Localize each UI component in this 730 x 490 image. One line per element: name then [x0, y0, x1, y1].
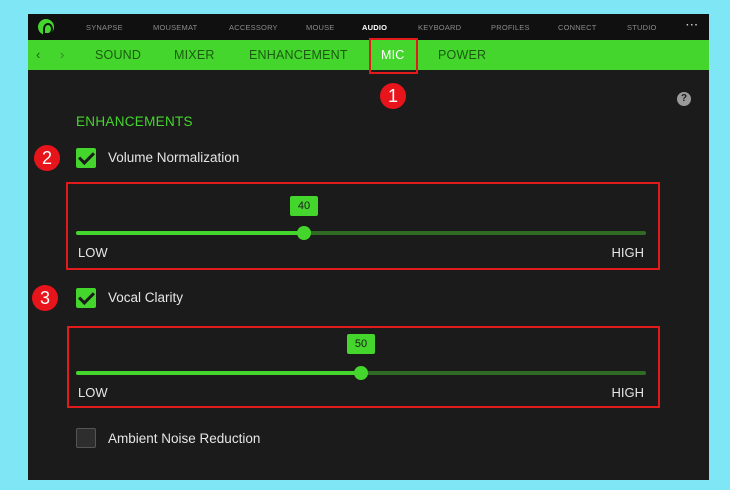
- top-nav-mouse[interactable]: MOUSE: [306, 23, 362, 32]
- back-arrow-icon[interactable]: ‹: [36, 47, 40, 62]
- top-nav-keyboard[interactable]: KEYBOARD: [418, 23, 491, 32]
- top-nav-bar: SYNAPSE MOUSEMAT ACCESSORY MOUSE AUDIO K…: [28, 14, 709, 40]
- top-nav-mousemat[interactable]: MOUSEMAT: [153, 23, 229, 32]
- ambient-noise-reduction-label: Ambient Noise Reduction: [108, 431, 261, 446]
- top-nav-profiles[interactable]: PROFILES: [491, 23, 558, 32]
- top-nav-audio[interactable]: AUDIO: [362, 23, 418, 32]
- help-icon[interactable]: ?: [677, 92, 691, 106]
- step-marker-2: 2: [34, 145, 60, 171]
- volume-normalization-checkbox[interactable]: [76, 148, 96, 168]
- top-nav: SYNAPSE MOUSEMAT ACCESSORY MOUSE AUDIO K…: [86, 14, 667, 40]
- top-nav-connect[interactable]: CONNECT: [558, 23, 627, 32]
- highlight-box-clarity-slider: [67, 326, 660, 408]
- tab-enhancement[interactable]: ENHANCEMENT: [249, 48, 348, 62]
- more-options-icon[interactable]: ···: [686, 20, 699, 31]
- razer-logo-icon: [38, 19, 54, 35]
- step-marker-3: 3: [32, 285, 58, 311]
- highlight-box-mic-tab: [369, 38, 418, 74]
- top-nav-synapse[interactable]: SYNAPSE: [86, 23, 153, 32]
- step-marker-1: 1: [380, 83, 406, 109]
- highlight-box-volume-slider: [66, 182, 660, 270]
- tab-power[interactable]: POWER: [438, 48, 486, 62]
- section-title-enhancements: ENHANCEMENTS: [76, 114, 193, 129]
- top-nav-accessory[interactable]: ACCESSORY: [229, 23, 306, 32]
- ambient-noise-reduction-checkbox[interactable]: [76, 428, 96, 448]
- tab-sound[interactable]: SOUND: [95, 48, 141, 62]
- vocal-clarity-label: Vocal Clarity: [108, 290, 184, 305]
- forward-arrow-icon[interactable]: ›: [60, 47, 64, 62]
- tab-mixer[interactable]: MIXER: [174, 48, 215, 62]
- volume-normalization-label: Volume Normalization: [108, 150, 240, 165]
- top-nav-studio[interactable]: STUDIO: [627, 23, 667, 32]
- vocal-clarity-checkbox[interactable]: [76, 288, 96, 308]
